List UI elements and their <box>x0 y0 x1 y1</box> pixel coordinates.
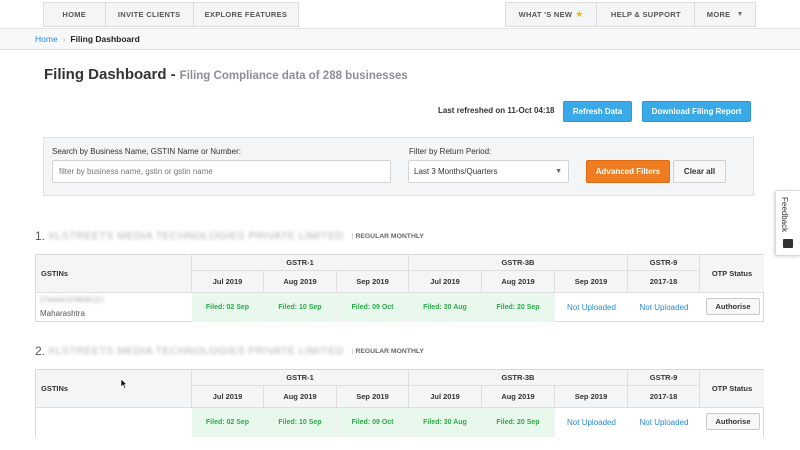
nav-home[interactable]: HOME <box>44 3 106 26</box>
refresh-data-button[interactable]: Refresh Data <box>563 101 632 122</box>
nav-more[interactable]: MORE ▼ <box>695 3 755 26</box>
period-header: 2017-18 <box>628 386 700 408</box>
business-header: 2. XLSTREETS MEDIA TECHNOLOGIES PRIVATE … <box>35 344 424 358</box>
download-filing-report-button[interactable]: Download Filing Report <box>642 101 751 122</box>
advanced-filters-button[interactable]: Advanced Filters <box>586 160 670 183</box>
period-header: Jul 2019 <box>192 271 264 293</box>
status-cell: Filed: 10 Sep <box>264 408 337 437</box>
gstin-number: 27AAACS7892K1ZJ <box>40 297 104 304</box>
nav-explore-features[interactable]: EXPLORE FEATURES <box>194 3 298 26</box>
business-name[interactable]: XLSTREETS MEDIA TECHNOLOGIES PRIVATE LIM… <box>48 345 344 357</box>
business-type: | REGULAR MONTHLY <box>351 347 424 355</box>
gstr9-header: GSTR-9 <box>628 255 700 271</box>
gstr1-header: GSTR-1 <box>192 370 409 386</box>
nav-help-support[interactable]: HELP & SUPPORT <box>597 3 696 26</box>
filter-panel: Search by Business Name, GSTIN Name or N… <box>43 137 754 196</box>
period-header: Sep 2019 <box>337 386 409 408</box>
period-label: Filter by Return Period: <box>409 147 492 156</box>
business-type: | REGULAR MONTHLY <box>351 232 424 240</box>
gstins-header: GSTINs <box>36 255 192 293</box>
status-cell: Filed: 30 Aug <box>409 293 482 322</box>
status-cell: Filed: 09 Oct <box>337 408 409 437</box>
breadcrumb-current: Filing Dashboard <box>70 34 140 44</box>
gstr9-header: GSTR-9 <box>628 370 700 386</box>
page-title-main: Filing Dashboard - <box>44 66 176 83</box>
period-header: Jul 2019 <box>409 386 482 408</box>
business-number: 2. <box>35 344 46 358</box>
star-icon: ★ <box>575 9 584 19</box>
status-cell-not-uploaded[interactable]: Not Uploaded <box>628 293 700 322</box>
period-header: Jul 2019 <box>409 271 482 293</box>
top-navigation: HOME INVITE CLIENTS EXPLORE FEATURES WHA… <box>0 0 800 28</box>
breadcrumb-home[interactable]: Home <box>35 34 58 44</box>
return-period-value: Last 3 Months/Quarters <box>414 167 498 176</box>
business-header: 1. XLSTREETS MEDIA TECHNOLOGIES PRIVATE … <box>35 229 424 243</box>
status-cell: Filed: 30 Aug <box>409 408 482 437</box>
status-cell: Filed: 20 Sep <box>482 408 555 437</box>
gstins-header: GSTINs <box>36 370 192 408</box>
breadcrumb-separator: › <box>62 34 66 44</box>
secondary-nav-group: WHAT 'S NEW ★ HELP & SUPPORT MORE ▼ <box>505 2 756 27</box>
nav-invite-clients[interactable]: INVITE CLIENTS <box>106 3 194 26</box>
status-cell-not-uploaded[interactable]: Not Uploaded <box>628 408 700 437</box>
last-refreshed-text: Last refreshed on 11-Oct 04:18 <box>438 106 555 115</box>
period-header: 2017-18 <box>628 271 700 293</box>
authorise-button[interactable]: Authorise <box>706 298 760 315</box>
period-header: Jul 2019 <box>192 386 264 408</box>
status-cell: Filed: 09 Oct <box>337 293 409 322</box>
caret-down-icon: ▼ <box>736 11 744 18</box>
page-subtitle: Filing Compliance data of 288 businesses <box>179 70 408 82</box>
filing-table: GSTINs GSTR-1 GSTR-3B GSTR-9 OTP Status … <box>35 254 764 322</box>
otp-status-header: OTP Status <box>700 370 764 408</box>
gstr1-header: GSTR-1 <box>192 255 409 271</box>
status-cell-not-uploaded[interactable]: Not Uploaded <box>555 293 628 322</box>
gstr3b-header: GSTR-3B <box>409 255 628 271</box>
breadcrumb: Home › Filing Dashboard <box>0 28 800 50</box>
gstin-state: Maharashtra <box>40 309 85 318</box>
page-title: Filing Dashboard - Filing Compliance dat… <box>44 66 408 83</box>
mouse-cursor-icon <box>121 379 128 389</box>
authorise-button[interactable]: Authorise <box>706 413 760 430</box>
status-cell-not-uploaded[interactable]: Not Uploaded <box>555 408 628 437</box>
status-cell: Filed: 02 Sep <box>192 293 264 322</box>
status-cell: Filed: 10 Sep <box>264 293 337 322</box>
business-number: 1. <box>35 229 46 243</box>
feedback-icon <box>783 239 793 248</box>
business-type-label: REGULAR MONTHLY <box>355 347 424 355</box>
status-cell: Filed: 20 Sep <box>482 293 555 322</box>
period-header: Aug 2019 <box>264 386 337 408</box>
filing-table: GSTINs GSTR-1 GSTR-3B GSTR-9 OTP Status … <box>35 369 764 437</box>
more-label: MORE <box>706 10 731 19</box>
nav-whats-new[interactable]: WHAT 'S NEW ★ <box>506 3 598 26</box>
search-input[interactable] <box>52 160 391 183</box>
gstr3b-header: GSTR-3B <box>409 370 628 386</box>
chevron-down-icon: ▼ <box>555 168 562 175</box>
period-header: Aug 2019 <box>482 271 555 293</box>
status-cell: Filed: 02 Sep <box>192 408 264 437</box>
period-header: Sep 2019 <box>337 271 409 293</box>
search-label: Search by Business Name, GSTIN Name or N… <box>52 147 241 156</box>
period-header: Aug 2019 <box>482 386 555 408</box>
period-header: Aug 2019 <box>264 271 337 293</box>
main-nav-group: HOME INVITE CLIENTS EXPLORE FEATURES <box>43 2 299 27</box>
return-period-select[interactable]: Last 3 Months/Quarters ▼ <box>408 160 569 183</box>
clear-all-button[interactable]: Clear all <box>673 160 726 183</box>
business-type-label: REGULAR MONTHLY <box>355 232 424 240</box>
whats-new-label: WHAT 'S NEW <box>518 10 573 19</box>
period-header: Sep 2019 <box>555 386 628 408</box>
otp-status-header: OTP Status <box>700 255 764 293</box>
business-name[interactable]: XLSTREETS MEDIA TECHNOLOGIES PRIVATE LIM… <box>48 230 344 242</box>
feedback-tab[interactable]: Feedback <box>775 190 800 256</box>
feedback-label: Feedback <box>780 197 789 233</box>
period-header: Sep 2019 <box>555 271 628 293</box>
